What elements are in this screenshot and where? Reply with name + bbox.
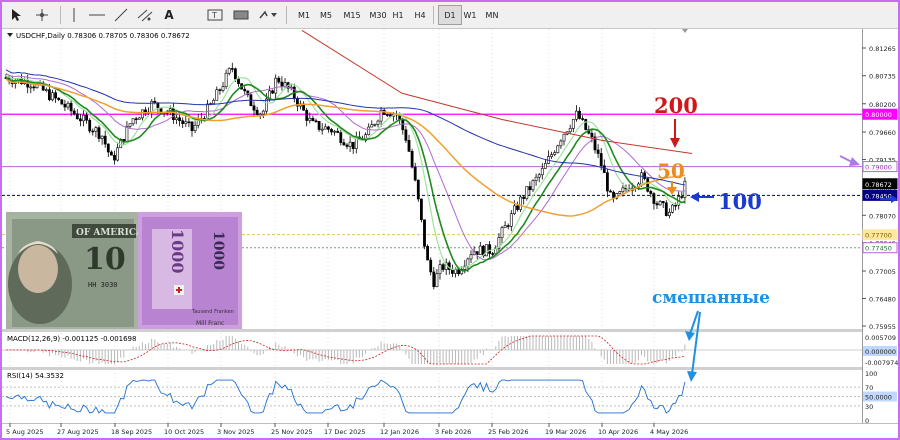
price-tag: 0.79000: [865, 164, 892, 172]
date-axis-label: 4 May 2026: [650, 428, 688, 436]
text-icon[interactable]: A: [158, 5, 180, 25]
date-axis-label: 25 Nov 2025: [271, 428, 313, 436]
cursor-icon[interactable]: [6, 5, 26, 25]
timeframe-m1[interactable]: M1: [292, 5, 316, 25]
toolbar: A T M1 M5 M15 M30 H1 H4 D1 W1 MN: [2, 2, 898, 29]
price-tag: 0.80000: [865, 111, 892, 119]
price-axis-label: 0.77005: [869, 268, 896, 276]
ma200-annotation: 200: [654, 93, 698, 118]
date-axis-label: 25 Feb 2026: [488, 428, 528, 436]
price-tag: 0.78672: [865, 181, 892, 189]
svg-text:OF AMERICA: OF AMERICA: [76, 228, 144, 238]
price-axis-label: 0.78070: [869, 212, 896, 220]
svg-text:Mill Franc: Mill Franc: [196, 320, 224, 327]
date-axis-label: 19 Mar 2026: [545, 428, 586, 436]
price-tag: 0.77450: [865, 245, 892, 253]
chart-header: USDCHF,Daily 0.78306 0.78705 0.78306 0.7…: [16, 32, 190, 40]
banknote-image: OF AMERICA 10 HH 3030 1000 1000 Tausend …: [6, 212, 242, 330]
macd-header: MACD(12,26,9) -0.001125 -0.001698: [7, 335, 136, 343]
ma50-annotation: 50: [657, 159, 685, 183]
svg-text:1000: 1000: [168, 229, 187, 274]
horizontal-line-icon[interactable]: [86, 5, 108, 25]
rsi-axis-label: 70: [865, 384, 873, 392]
date-axis-label: 18 Sep 2025: [111, 428, 152, 436]
price-axis-label: 0.80735: [869, 73, 896, 81]
price-axis-label: 0.75955: [869, 323, 896, 331]
timeframe-h1[interactable]: H1: [386, 5, 410, 25]
svg-text:T: T: [211, 11, 217, 20]
macd-axis-label: 0.000000: [865, 348, 896, 356]
crosshair-icon[interactable]: [30, 5, 54, 25]
text-label-icon[interactable]: T: [204, 5, 226, 25]
rsi-axis-label: 50.0000: [865, 394, 892, 402]
date-axis-label: 3 Feb 2026: [435, 428, 471, 436]
timeframe-mn[interactable]: MN: [480, 5, 504, 25]
timeframe-m5[interactable]: M5: [314, 5, 338, 25]
rsi-header: RSI(14) 54.3532: [7, 372, 64, 380]
timeframe-m15[interactable]: M15: [338, 5, 366, 25]
rsi-axis-label: 100: [865, 370, 877, 378]
date-axis-label: 12 Jan 2026: [380, 428, 419, 436]
chart-window: A T M1 M5 M15 M30 H1 H4 D1 W1 MN OF AMER…: [0, 0, 900, 440]
timeframe-h4[interactable]: H4: [408, 5, 432, 25]
chart-area[interactable]: OF AMERICA 10 HH 3030 1000 1000 Tausend …: [2, 29, 898, 438]
svg-text:Tausend Franken: Tausend Franken: [191, 309, 234, 315]
macd-axis-label: -0.007974: [865, 359, 898, 367]
price-axis-label: 0.81265: [869, 45, 896, 53]
macd-axis-label: 0.005709: [865, 334, 896, 342]
date-axis-label: 10 Apr 2026: [598, 428, 638, 436]
svg-text:HH 3030: HH 3030: [88, 281, 118, 289]
rsi-axis-label: 30: [865, 403, 873, 411]
timeframe-w1[interactable]: W1: [458, 5, 482, 25]
price-axis-label: 0.79660: [869, 129, 896, 137]
date-axis-label: 5 Aug 2025: [6, 428, 44, 436]
trendline-icon[interactable]: [110, 5, 132, 25]
date-axis-label: 10 Oct 2025: [164, 428, 204, 436]
shapes-icon[interactable]: [230, 5, 252, 25]
svg-text:10: 10: [84, 242, 126, 277]
price-tag: 0.77700: [865, 232, 892, 240]
arrow-rsi-icon: [687, 371, 697, 382]
ma100-annotation: 100: [718, 189, 762, 214]
date-axis-label: 27 Aug 2025: [57, 428, 99, 436]
date-axis-label: 3 Nov 2025: [217, 428, 255, 436]
arrows-icon[interactable]: [256, 5, 280, 25]
arrow-macd-icon: [685, 331, 695, 341]
vertical-line-icon[interactable]: [66, 5, 82, 25]
channel-icon[interactable]: [134, 5, 156, 25]
price-axis-label: 0.76480: [869, 296, 896, 304]
mixed-annotation: смешанные: [652, 288, 770, 308]
rsi-axis-label: 0: [865, 417, 869, 425]
rsi-panel: 100 70 50.000030 0: [2, 370, 897, 425]
date-axis: 5 Aug 2025 27 Aug 2025 18 Sep 2025 10 Oct 2…: [6, 423, 688, 436]
svg-text:1000: 1000: [210, 231, 226, 270]
date-axis-label: 17 Dec 2025: [324, 428, 366, 436]
price-axis-label: 0.80200: [869, 101, 896, 109]
